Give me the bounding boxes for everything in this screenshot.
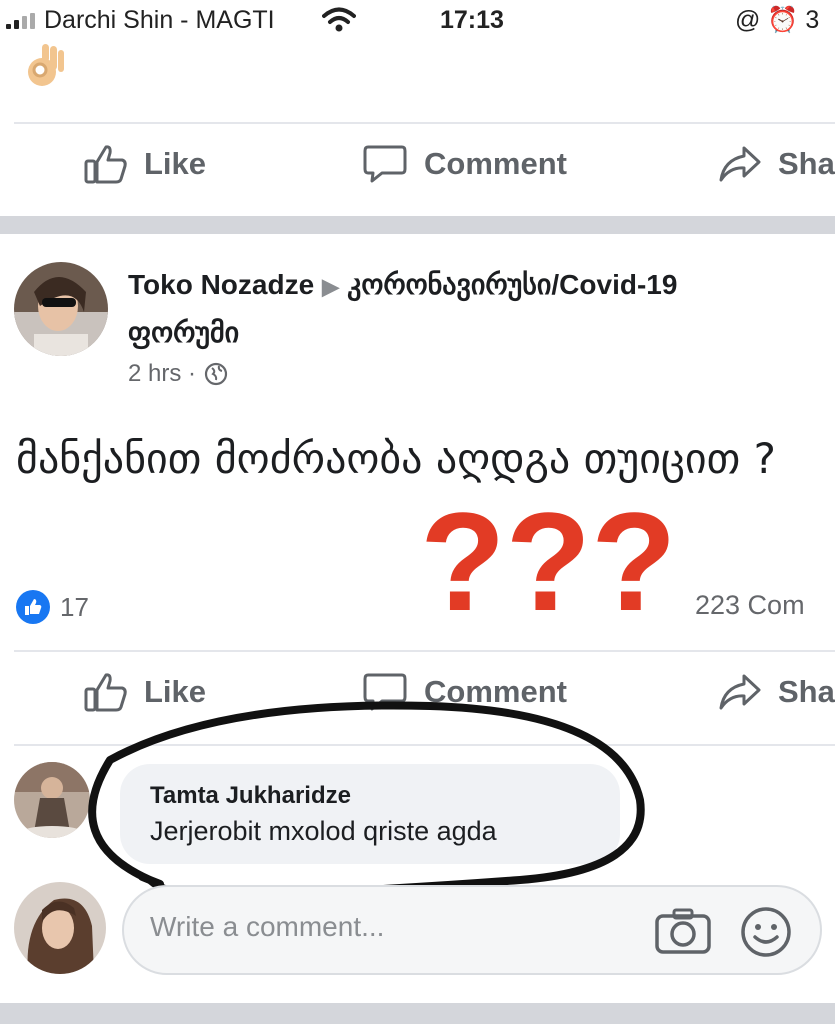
share-icon	[719, 674, 761, 710]
status-indicators: @ ⏰ 3	[735, 6, 820, 34]
avatar-image	[14, 262, 108, 356]
thumbs-up-icon	[84, 673, 127, 712]
share-icon	[719, 146, 761, 182]
post-action-row: Like Comment Sha	[0, 650, 835, 730]
feed-divider-bottom	[0, 1003, 835, 1024]
share-button[interactable]: Sha	[718, 672, 835, 712]
like-button[interactable]: Like	[84, 144, 206, 184]
current-user-avatar[interactable]	[14, 882, 106, 974]
share-label: Sha	[778, 674, 835, 709]
carrier-name: Darchi Shin - MAGTI	[44, 6, 275, 34]
comment-icon	[363, 673, 407, 711]
feed-divider	[0, 216, 835, 234]
emoji-icon[interactable]	[739, 905, 793, 959]
comment-count[interactable]: 223 Com	[695, 590, 805, 621]
like-reaction-icon	[16, 590, 50, 624]
like-label: Like	[144, 146, 207, 181]
signal-icon	[6, 13, 40, 29]
comment-composer	[122, 885, 822, 975]
status-bar: Darchi Shin - MAGTI 17:13 @ ⏰ 3	[0, 0, 835, 42]
share-button[interactable]: Sha	[718, 144, 835, 184]
group-name[interactable]: კორონავირუსი/Covid-19	[347, 269, 677, 300]
camera-icon[interactable]	[654, 907, 712, 955]
ok-hand-icon	[28, 44, 64, 86]
comment-button[interactable]: Comment	[362, 672, 567, 712]
post-timestamp: 2 hrs ·	[128, 360, 228, 388]
comment-text: Jerjerobit mxolod qriste agda	[150, 816, 497, 846]
comment-input[interactable]	[150, 911, 630, 943]
comment-button[interactable]: Comment	[362, 144, 567, 184]
comment-author[interactable]: Tamta Jukharidze	[150, 782, 590, 810]
status-time: 17:13	[440, 6, 504, 34]
comment-label: Comment	[424, 674, 567, 709]
reaction-summary[interactable]: 17	[16, 590, 89, 624]
arrow-right-icon: ▶	[322, 274, 340, 299]
like-label: Like	[144, 674, 207, 709]
post-time-text: 2 hrs ·	[128, 360, 197, 387]
question-marks-overlay: ???	[420, 483, 677, 640]
avatar-image	[14, 762, 90, 838]
post-header: Toko Nozadze ▶ კორონავირუსი/Covid-19	[128, 268, 677, 301]
like-count: 17	[60, 591, 89, 622]
like-button[interactable]: Like	[84, 672, 206, 712]
post-author[interactable]: Toko Nozadze	[128, 269, 314, 300]
avatar-image	[14, 882, 106, 974]
comments-separator	[14, 744, 835, 746]
thumbs-up-icon	[84, 145, 127, 184]
prev-post-action-row: Like Comment Sha	[0, 122, 835, 202]
group-name-continued[interactable]: ფორუმი	[128, 316, 239, 349]
share-label: Sha	[778, 146, 835, 181]
comment-label: Comment	[424, 146, 567, 181]
author-avatar[interactable]	[14, 262, 108, 356]
globe-icon	[204, 362, 228, 386]
comment-bubble[interactable]: Tamta Jukharidze Jerjerobit mxolod qrist…	[120, 764, 620, 864]
wifi-icon	[322, 7, 356, 32]
post-text: მანქანით მოძრაობა აღდგა თუიცით ?	[16, 434, 776, 483]
comment-icon	[363, 145, 407, 183]
commenter-avatar[interactable]	[14, 762, 90, 838]
